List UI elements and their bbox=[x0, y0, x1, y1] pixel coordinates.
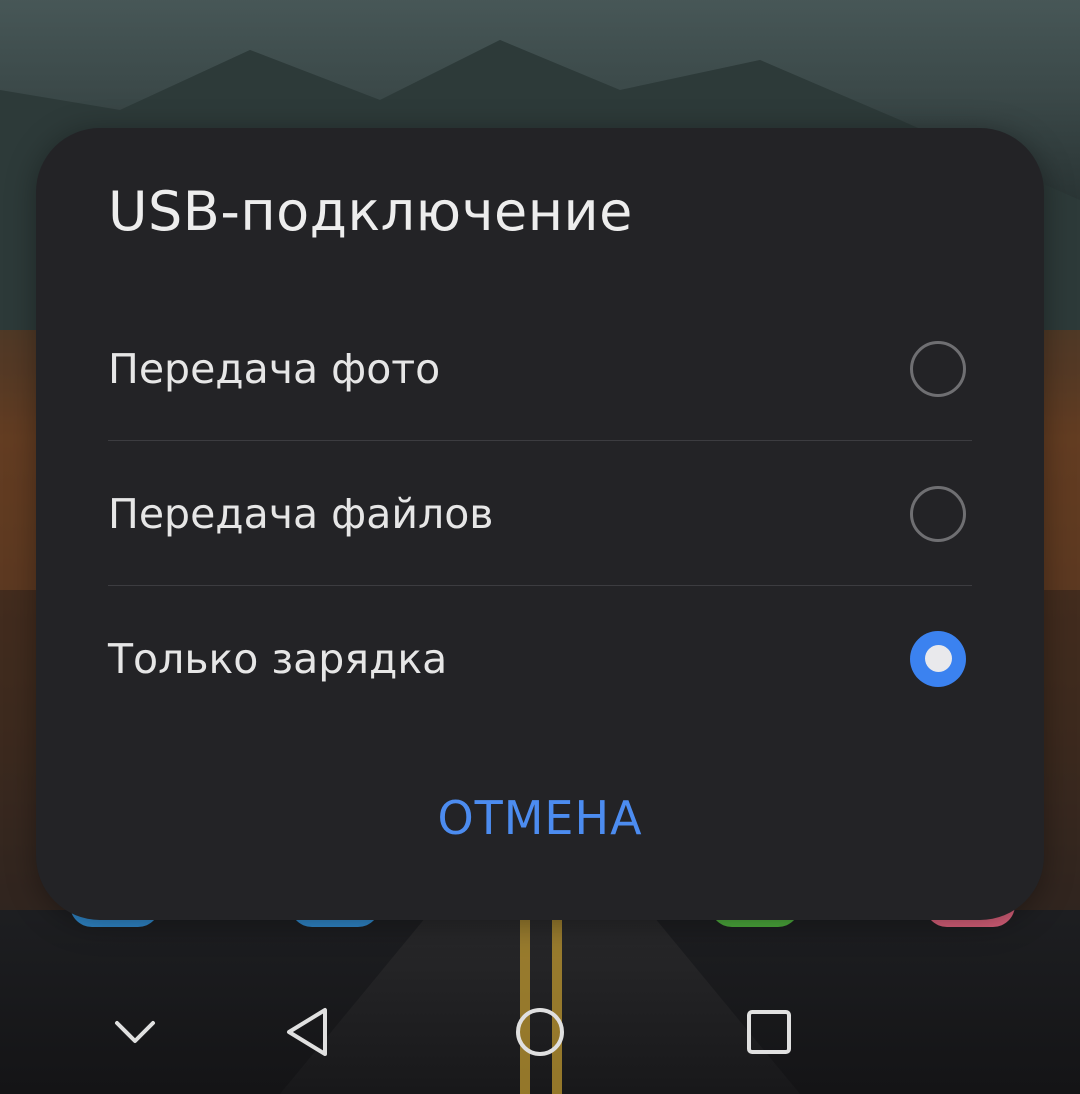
radio-button[interactable] bbox=[910, 485, 966, 542]
usb-connection-dialog: USB-подключение Передача фото Передача ф… bbox=[36, 128, 1044, 920]
option-label: Передача фото bbox=[108, 344, 441, 393]
option-file-transfer[interactable]: Передача файлов bbox=[108, 441, 972, 586]
option-charging-only[interactable]: Только зарядка bbox=[108, 586, 972, 731]
navigation-bar bbox=[0, 980, 1080, 1094]
radio-button-selected[interactable] bbox=[910, 630, 966, 687]
option-photo-transfer[interactable]: Передача фото bbox=[108, 296, 972, 441]
radio-button[interactable] bbox=[910, 340, 966, 397]
dialog-title: USB-подключение bbox=[108, 180, 633, 243]
radio-dot bbox=[924, 645, 952, 672]
cancel-button[interactable]: ОТМЕНА bbox=[36, 778, 1044, 858]
chevron-down-icon[interactable] bbox=[95, 1000, 175, 1064]
option-label: Передача файлов bbox=[108, 489, 494, 538]
recents-icon[interactable] bbox=[729, 1000, 809, 1064]
home-icon[interactable] bbox=[500, 1000, 580, 1064]
home-screen: USB-подключение Передача фото Передача ф… bbox=[0, 0, 1080, 1094]
back-icon[interactable] bbox=[268, 1000, 348, 1064]
option-label: Только зарядка bbox=[108, 634, 448, 683]
